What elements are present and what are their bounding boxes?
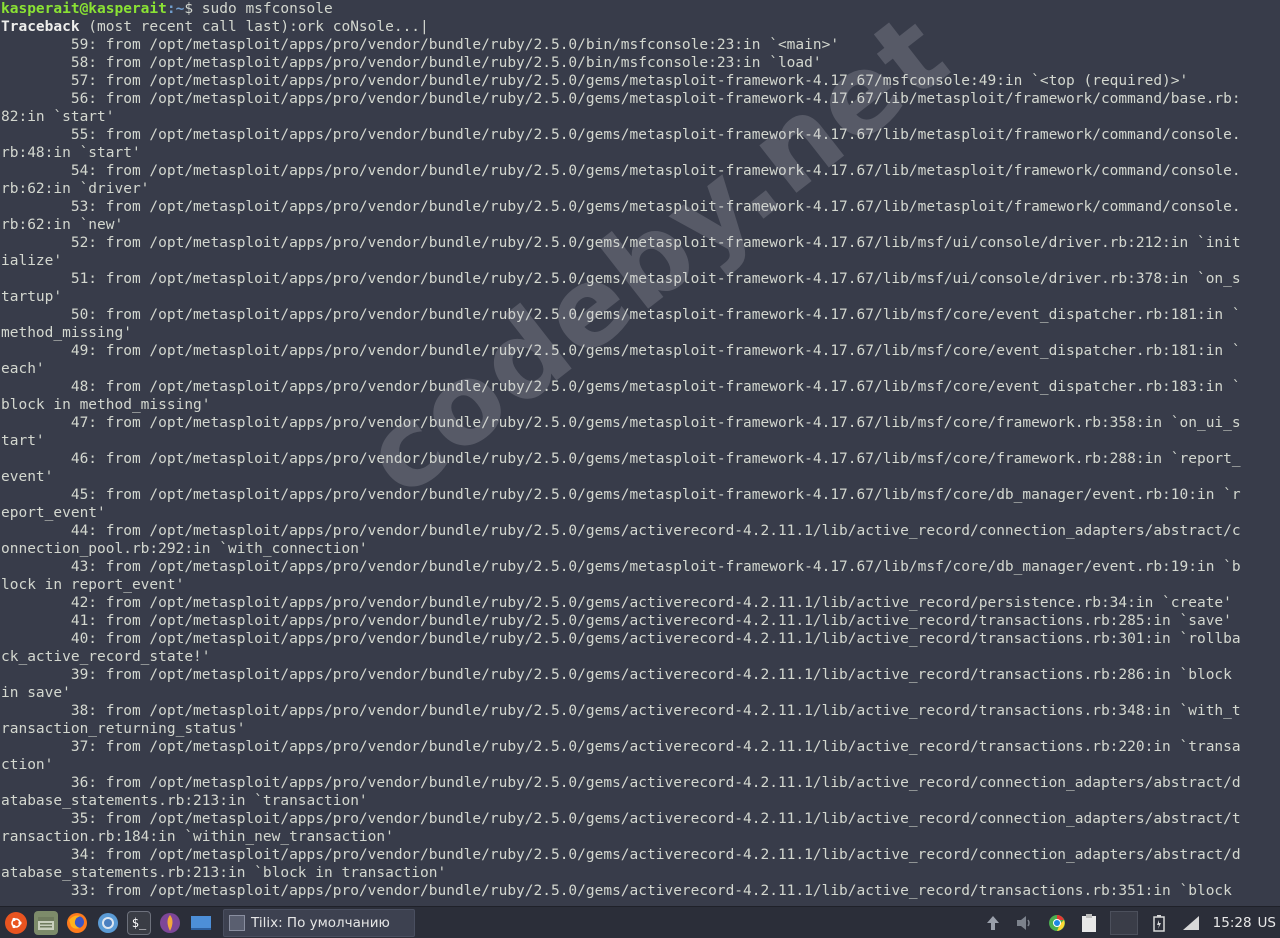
traceback-line: each': [1, 361, 45, 377]
desktop-icon[interactable]: [189, 911, 213, 935]
network-icon[interactable]: [1180, 912, 1202, 934]
traceback-line: ck_active_record_state!': [1, 649, 211, 665]
traceback-line: 48: from /opt/metasploit/apps/pro/vendor…: [1, 379, 1241, 395]
traceback-line: block in method_missing': [1, 397, 211, 413]
traceback-line: rb:62:in `driver': [1, 181, 150, 197]
volume-icon[interactable]: [1014, 912, 1036, 934]
clock[interactable]: 15:28: [1213, 915, 1252, 931]
traceback-line: 82:in `start': [1, 109, 115, 125]
traceback-line: event': [1, 469, 54, 485]
traceback-header: Traceback (most recent call last):ork co…: [0, 18, 1280, 36]
traceback-line: 41: from /opt/metasploit/apps/pro/vendor…: [1, 613, 1232, 629]
terminal-icon[interactable]: $_: [127, 910, 151, 935]
traceback-rest: (most recent call last):ork coNsole...|: [79, 19, 429, 35]
keyboard-layout[interactable]: US: [1258, 915, 1276, 931]
traceback-line: in save': [1, 685, 71, 701]
traceback-line: rb:62:in `new': [1, 217, 124, 233]
terminal-output: 59: from /opt/metasploit/apps/pro/vendor…: [0, 36, 1280, 900]
traceback-line: 34: from /opt/metasploit/apps/pro/vendor…: [1, 847, 1241, 863]
traceback-line: 47: from /opt/metasploit/apps/pro/vendor…: [1, 415, 1241, 431]
traceback-line: 38: from /opt/metasploit/apps/pro/vendor…: [1, 703, 1241, 719]
traceback-line: 36: from /opt/metasploit/apps/pro/vendor…: [1, 775, 1241, 791]
traceback-line: 37: from /opt/metasploit/apps/pro/vendor…: [1, 739, 1241, 755]
tor-browser-icon[interactable]: [158, 911, 182, 935]
terminal-window[interactable]: kasperait@kasperait:~$ sudo msfconsole T…: [0, 0, 1280, 906]
prompt-command: $ sudo msfconsole: [184, 1, 333, 17]
traceback-line: 54: from /opt/metasploit/apps/pro/vendor…: [1, 163, 1241, 179]
traceback-line: 52: from /opt/metasploit/apps/pro/vendor…: [1, 235, 1241, 251]
traceback-line: 51: from /opt/metasploit/apps/pro/vendor…: [1, 271, 1241, 287]
traceback-line: 44: from /opt/metasploit/apps/pro/vendor…: [1, 523, 1241, 539]
traceback-line: atabase_statements.rb:213:in `block in t…: [1, 865, 447, 881]
traceback-line: ialize': [1, 253, 63, 269]
traceback-line: lock in report_event': [1, 577, 185, 593]
prompt-line: kasperait@kasperait:~$ sudo msfconsole: [0, 0, 1280, 18]
traceback-line: 49: from /opt/metasploit/apps/pro/vendor…: [1, 343, 1241, 359]
traceback-line: 35: from /opt/metasploit/apps/pro/vendor…: [1, 811, 1241, 827]
traceback-line: 58: from /opt/metasploit/apps/pro/vendor…: [1, 55, 822, 71]
traceback-line: 59: from /opt/metasploit/apps/pro/vendor…: [1, 37, 840, 53]
traceback-label: Traceback: [1, 19, 80, 35]
traceback-line: ransaction_returning_status': [1, 721, 246, 737]
chrome-tray-icon[interactable]: [1046, 912, 1068, 934]
firefox-icon[interactable]: [65, 911, 89, 935]
traceback-line: 45: from /opt/metasploit/apps/pro/vendor…: [1, 487, 1241, 503]
traceback-line: 42: from /opt/metasploit/apps/pro/vendor…: [1, 595, 1232, 611]
traceback-line: 55: from /opt/metasploit/apps/pro/vendor…: [1, 127, 1241, 143]
task-label: Tilix: По умолчанию: [251, 914, 390, 931]
traceback-line: 43: from /opt/metasploit/apps/pro/vendor…: [1, 559, 1241, 575]
traceback-line: 53: from /opt/metasploit/apps/pro/vendor…: [1, 199, 1241, 215]
traceback-line: atabase_statements.rb:213:in `transactio…: [1, 793, 368, 809]
battery-icon[interactable]: [1148, 912, 1170, 934]
task-button-tilix[interactable]: Tilix: По умолчанию: [223, 908, 415, 937]
traceback-line: 40: from /opt/metasploit/apps/pro/vendor…: [1, 631, 1241, 647]
workspace-icon[interactable]: [1109, 910, 1138, 935]
traceback-line: tartup': [1, 289, 63, 305]
traceback-line: 57: from /opt/metasploit/apps/pro/vendor…: [1, 73, 1189, 89]
traceback-line: method_missing': [1, 325, 132, 341]
traceback-line: 33: from /opt/metasploit/apps/pro/vendor…: [1, 883, 1232, 899]
traceback-line: rb:48:in `start': [1, 145, 141, 161]
traceback-line: 46: from /opt/metasploit/apps/pro/vendor…: [1, 451, 1241, 467]
traceback-line: 39: from /opt/metasploit/apps/pro/vendor…: [1, 667, 1232, 683]
traceback-line: onnection_pool.rb:292:in `with_connectio…: [1, 541, 368, 557]
traceback-line: ction': [1, 757, 54, 773]
clipboard-icon[interactable]: [1078, 912, 1100, 934]
traceback-line: tart': [1, 433, 45, 449]
traceback-line: 56: from /opt/metasploit/apps/pro/vendor…: [1, 91, 1241, 107]
tilix-icon: [229, 914, 245, 931]
chromium-icon[interactable]: [96, 911, 120, 935]
traceback-line: ransaction.rb:184:in `within_new_transac…: [1, 829, 394, 845]
prompt-path: :~: [166, 1, 185, 17]
taskbar: $_ Tilix: По умолчанию 15:28 US: [0, 906, 1280, 938]
traceback-line: 50: from /opt/metasploit/apps/pro/vendor…: [1, 307, 1241, 323]
traceback-line: eport_event': [1, 505, 106, 521]
upload-icon[interactable]: [982, 912, 1004, 934]
system-tray: 15:28 US: [977, 907, 1280, 938]
file-manager-icon[interactable]: [34, 910, 58, 935]
ubuntu-menu-icon[interactable]: [5, 911, 27, 934]
prompt-user: kasperait@kasperait: [1, 1, 167, 17]
